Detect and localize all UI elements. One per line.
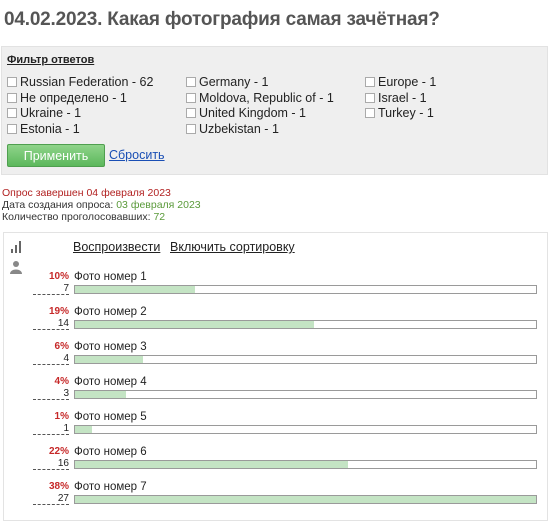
result-bar-fill	[75, 391, 127, 398]
checkbox[interactable]	[186, 108, 196, 118]
result-bar-fill	[75, 496, 536, 503]
result-count: 4	[33, 353, 69, 365]
result-option-label: Фото номер 5	[74, 411, 147, 423]
result-bar	[74, 320, 537, 329]
results-panel: Воспроизвести Включить сортировку 10% 7 Фо…	[3, 232, 548, 521]
result-count: 16	[33, 458, 69, 470]
checkbox[interactable]	[7, 93, 17, 103]
filter-item-estonia[interactable]: Estonia - 1	[7, 122, 80, 136]
result-count: 27	[33, 493, 69, 505]
result-row: 10% 7 Фото номер 1	[4, 266, 549, 300]
filter-item-israel[interactable]: Israel - 1	[365, 91, 427, 105]
filter-item-russian-federation[interactable]: Russian Federation - 62	[7, 75, 153, 89]
checkbox[interactable]	[365, 108, 375, 118]
apply-button[interactable]: Применить	[7, 144, 105, 167]
result-bar-fill	[75, 321, 315, 328]
checkbox[interactable]	[186, 77, 196, 87]
result-option-label: Фото номер 4	[74, 376, 147, 388]
filter-item-undefined[interactable]: Не определено - 1	[7, 91, 127, 105]
result-option-label: Фото номер 6	[74, 446, 147, 458]
result-option-label: Фото номер 1	[74, 271, 147, 283]
result-count: 7	[33, 283, 69, 295]
result-bar	[74, 460, 537, 469]
result-percent: 1%	[54, 411, 69, 422]
checkbox[interactable]	[7, 124, 17, 134]
filter-item-uzbekistan[interactable]: Uzbekistan - 1	[186, 122, 279, 136]
result-count: 14	[33, 318, 69, 330]
result-bar	[74, 425, 537, 434]
filter-item-united-kingdom[interactable]: United Kingdom - 1	[186, 106, 306, 120]
result-percent: 10%	[48, 271, 69, 282]
result-option-label: Фото номер 2	[74, 306, 147, 318]
filter-item-turkey[interactable]: Turkey - 1	[365, 106, 434, 120]
answer-filter-panel: Фильтр ответов Russian Federation - 62 Н…	[1, 46, 548, 175]
result-count: 1	[33, 423, 69, 435]
result-bar-fill	[75, 286, 195, 293]
result-bar	[74, 355, 537, 364]
result-bar	[74, 495, 537, 504]
voters-count: Количество проголосовавших: 72	[2, 211, 166, 223]
checkbox[interactable]	[365, 77, 375, 87]
result-option-label: Фото номер 7	[74, 481, 147, 493]
result-bar	[74, 390, 537, 399]
filter-title: Фильтр ответов	[7, 54, 95, 66]
result-percent: 38%	[48, 481, 69, 492]
result-option-label: Фото номер 3	[74, 341, 147, 353]
play-link[interactable]: Воспроизвести	[73, 240, 160, 254]
result-percent: 4%	[54, 376, 69, 387]
bar-chart-icon[interactable]	[10, 240, 22, 254]
page-title: 04.02.2023. Какая фотография самая зачёт…	[4, 9, 440, 30]
checkbox[interactable]	[186, 124, 196, 134]
result-row: 4% 3 Фото номер 4	[4, 371, 549, 405]
created-date-value: 03 февраля 2023	[116, 199, 201, 211]
result-percent: 22%	[48, 446, 69, 457]
result-row: 1% 1 Фото номер 5	[4, 406, 549, 440]
checkbox[interactable]	[186, 93, 196, 103]
filter-item-europe[interactable]: Europe - 1	[365, 75, 436, 89]
result-percent: 6%	[54, 341, 69, 352]
result-bar-fill	[75, 356, 144, 363]
result-row: 38% 27 Фото номер 7	[4, 476, 549, 510]
result-bar-fill	[75, 426, 93, 433]
filter-item-moldova[interactable]: Moldova, Republic of - 1	[186, 91, 334, 105]
reset-link[interactable]: Сбросить	[109, 148, 165, 162]
checkbox[interactable]	[7, 77, 17, 87]
result-bar-fill	[75, 461, 349, 468]
poll-created-date: Дата создания опроса: 03 февраля 2023	[2, 199, 201, 211]
result-row: 19% 14 Фото номер 2	[4, 301, 549, 335]
result-percent: 19%	[48, 306, 69, 317]
voters-count-value: 72	[153, 211, 166, 223]
filter-item-ukraine[interactable]: Ukraine - 1	[7, 106, 81, 120]
result-bar	[74, 285, 537, 294]
enable-sorting-link[interactable]: Включить сортировку	[170, 240, 295, 254]
poll-closed-text: Опрос завершен 04 февраля 2023	[2, 187, 171, 199]
result-count: 3	[33, 388, 69, 400]
filter-item-germany[interactable]: Germany - 1	[186, 75, 268, 89]
result-row: 22% 16 Фото номер 6	[4, 441, 549, 475]
checkbox[interactable]	[365, 93, 375, 103]
result-row: 6% 4 Фото номер 3	[4, 336, 549, 370]
checkbox[interactable]	[7, 108, 17, 118]
